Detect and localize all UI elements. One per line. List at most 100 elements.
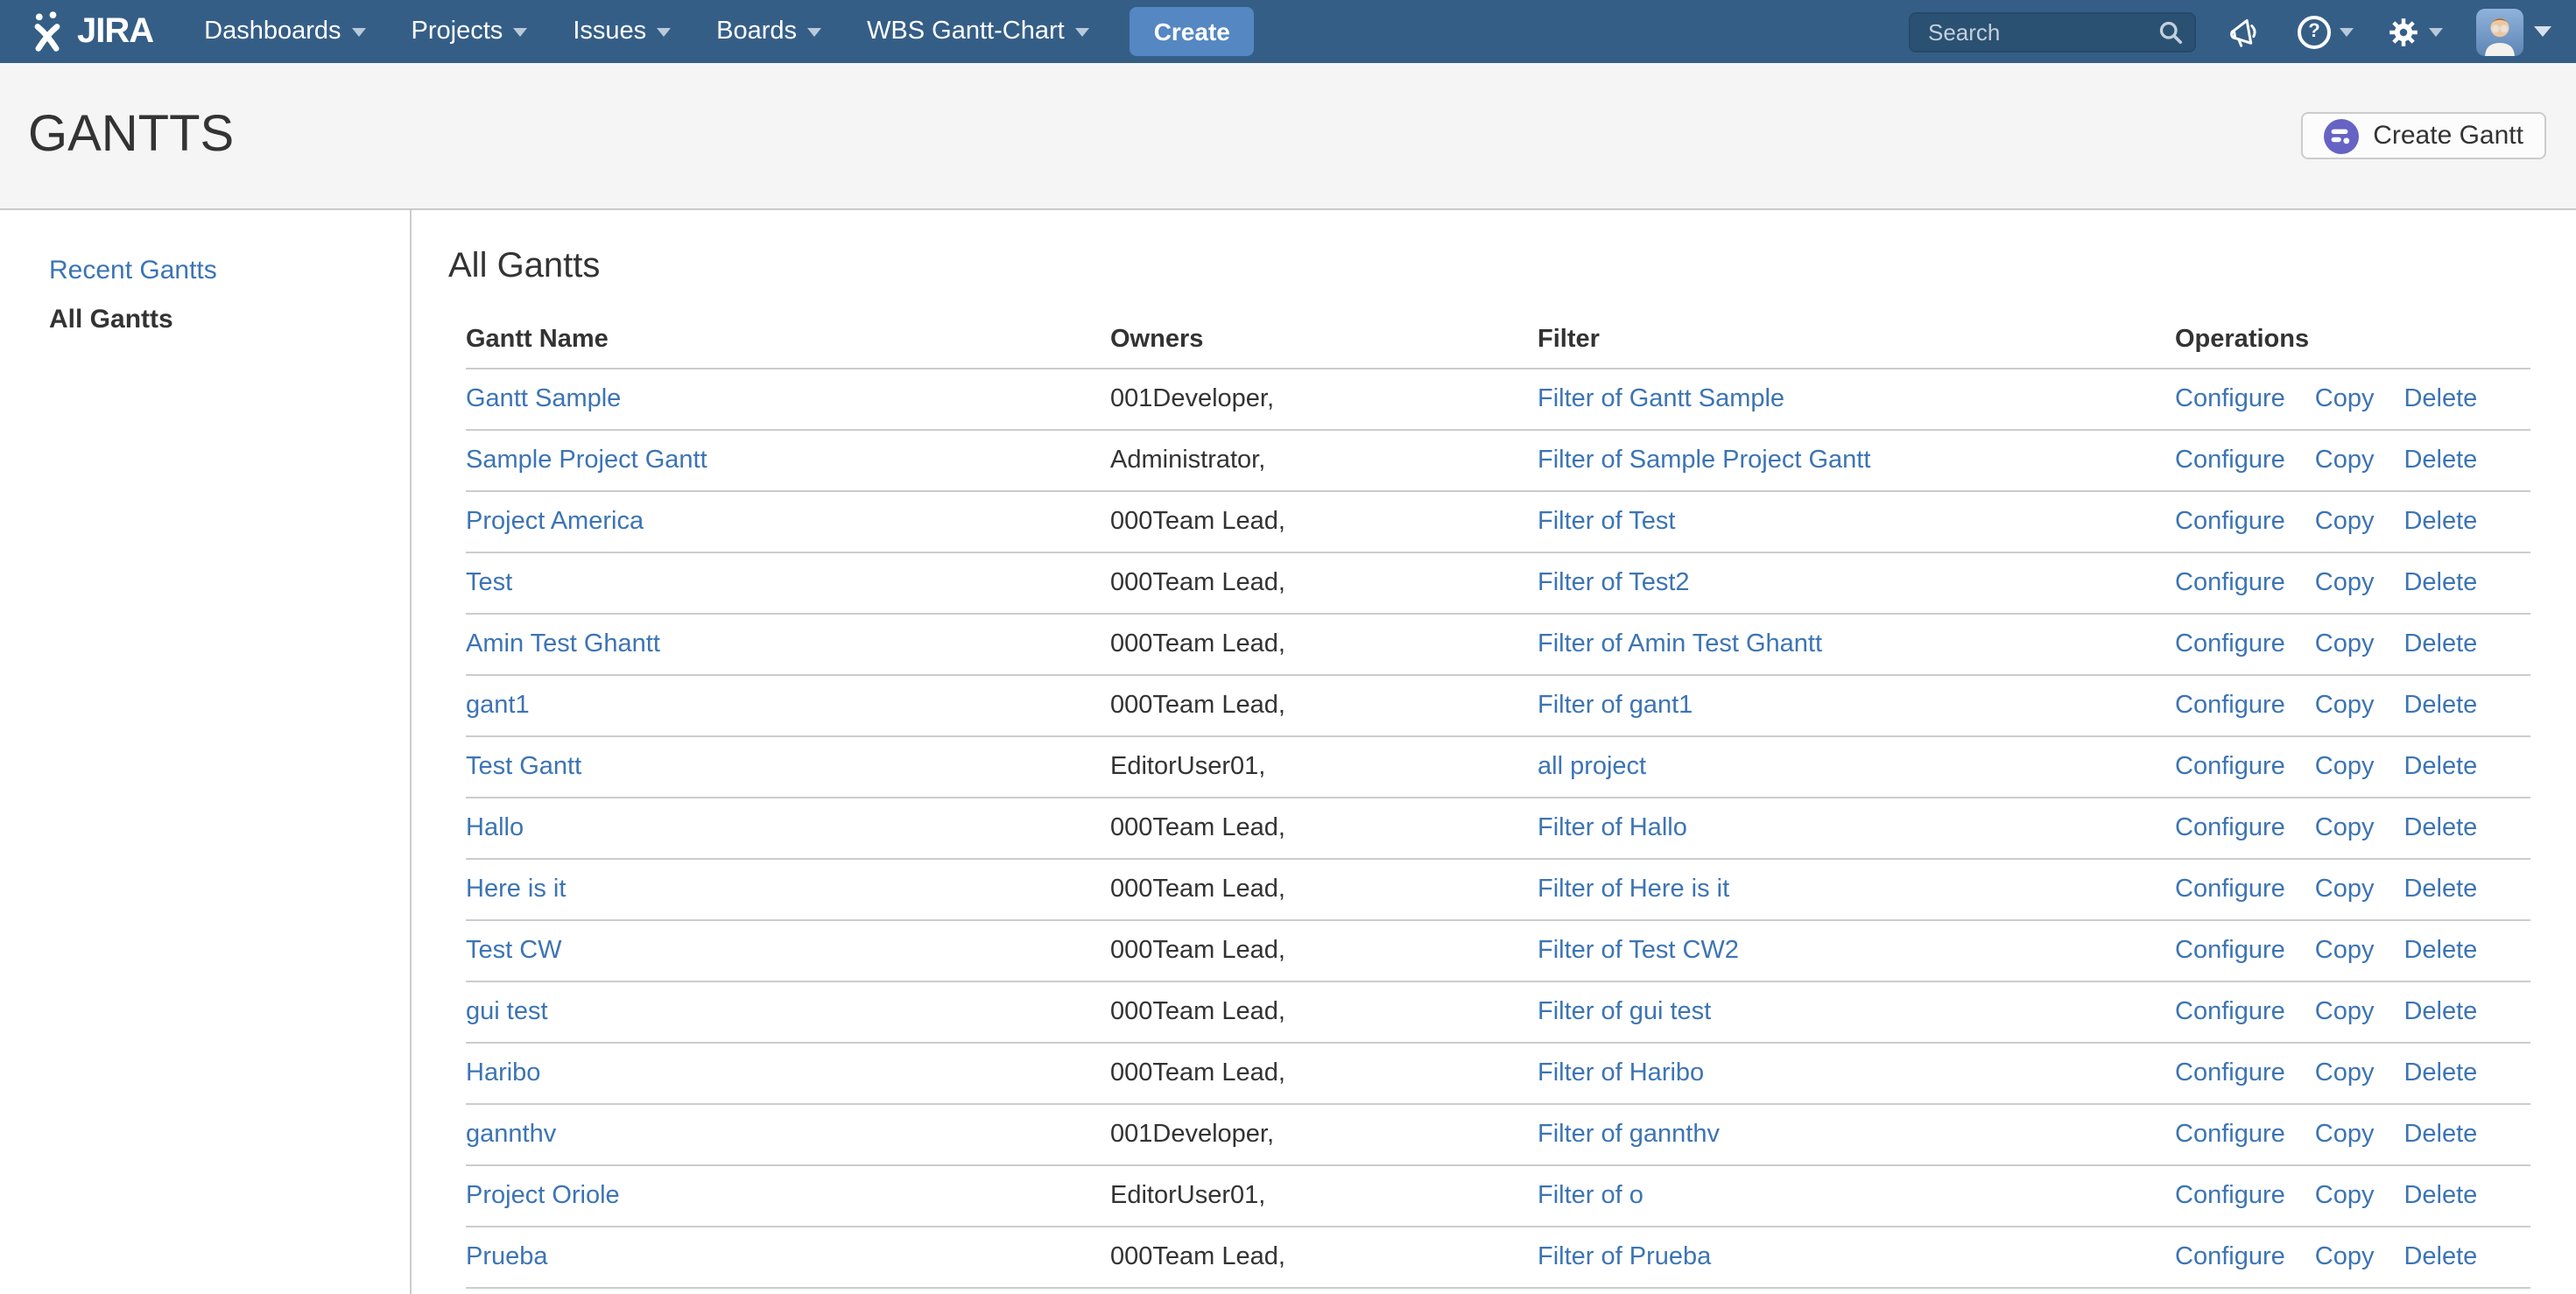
user-menu[interactable]: [2476, 8, 2551, 55]
nav-item-projects[interactable]: Projects: [389, 0, 551, 63]
owner-cell: 000Team Lead,: [1110, 1043, 1538, 1104]
delete-link[interactable]: Delete: [2404, 447, 2477, 475]
configure-link[interactable]: Configure: [2175, 447, 2285, 475]
table-row: Gantt Sample 001Developer, Filter of Gan…: [466, 369, 2530, 430]
gantt-name-link[interactable]: gant1: [466, 692, 530, 720]
jira-logo[interactable]: JIRA: [26, 9, 153, 54]
gantt-name-link[interactable]: Haribo: [466, 1059, 540, 1087]
filter-link[interactable]: Filter of Gantt Sample: [1538, 385, 1784, 413]
delete-link[interactable]: Delete: [2404, 998, 2477, 1026]
filter-link[interactable]: Filter of Sample Project Gantt: [1538, 447, 1870, 475]
delete-link[interactable]: Delete: [2404, 385, 2477, 413]
copy-link[interactable]: Copy: [2315, 1121, 2375, 1149]
delete-link[interactable]: Delete: [2404, 937, 2477, 965]
delete-link[interactable]: Delete: [2404, 508, 2477, 536]
copy-link[interactable]: Copy: [2315, 814, 2375, 842]
delete-link[interactable]: Delete: [2404, 753, 2477, 781]
copy-link[interactable]: Copy: [2315, 1243, 2375, 1271]
configure-link[interactable]: Configure: [2175, 876, 2285, 904]
help-menu[interactable]: ?: [2298, 15, 2354, 48]
nav-item-boards[interactable]: Boards: [693, 0, 844, 63]
configure-link[interactable]: Configure: [2175, 385, 2285, 413]
gantt-name-link[interactable]: Amin Test Ghantt: [466, 630, 660, 658]
delete-link[interactable]: Delete: [2404, 1059, 2477, 1087]
sidebar-item-recent-gantts[interactable]: Recent Gantts: [49, 254, 410, 289]
copy-link[interactable]: Copy: [2315, 876, 2375, 904]
configure-link[interactable]: Configure: [2175, 1182, 2285, 1210]
operations-cell: Configure Copy Delete: [2175, 981, 2530, 1043]
configure-link[interactable]: Configure: [2175, 1121, 2285, 1149]
filter-link[interactable]: Filter of Here is it: [1538, 876, 1729, 904]
gantt-name-link[interactable]: Gantt Sample: [466, 385, 621, 413]
filter-link[interactable]: Filter of Haribo: [1538, 1059, 1704, 1087]
gantt-name-link[interactable]: gui test: [466, 998, 548, 1026]
operations-cell: Configure Copy Delete: [2175, 614, 2530, 675]
copy-link[interactable]: Copy: [2315, 1182, 2375, 1210]
copy-link[interactable]: Copy: [2315, 937, 2375, 965]
gantt-name-link[interactable]: Project America: [466, 508, 644, 536]
configure-link[interactable]: Configure: [2175, 692, 2285, 720]
copy-link[interactable]: Copy: [2315, 753, 2375, 781]
filter-link[interactable]: Filter of gui test: [1538, 998, 1711, 1026]
copy-link[interactable]: Copy: [2315, 508, 2375, 536]
filter-link[interactable]: Filter of Test: [1538, 508, 1675, 536]
owner-cell: 000Team Lead,: [1110, 614, 1538, 675]
delete-link[interactable]: Delete: [2404, 630, 2477, 658]
filter-link[interactable]: Filter of Amin Test Ghantt: [1538, 630, 1822, 658]
filter-link[interactable]: Filter of gant1: [1538, 692, 1693, 720]
configure-link[interactable]: Configure: [2175, 753, 2285, 781]
gantt-name-link[interactable]: gannthv: [466, 1121, 556, 1149]
copy-link[interactable]: Copy: [2315, 385, 2375, 413]
filter-link[interactable]: Filter of Test2: [1538, 569, 1690, 597]
filter-link[interactable]: Filter of Test CW2: [1538, 937, 1739, 965]
copy-link[interactable]: Copy: [2315, 447, 2375, 475]
copy-link[interactable]: Copy: [2315, 569, 2375, 597]
gantt-name-link[interactable]: Hallo: [466, 814, 524, 842]
delete-link[interactable]: Delete: [2404, 692, 2477, 720]
gantt-name-link[interactable]: Prueba: [466, 1243, 548, 1271]
filter-link[interactable]: Filter of gannthv: [1538, 1121, 1720, 1149]
delete-link[interactable]: Delete: [2404, 876, 2477, 904]
search-input[interactable]: [1909, 11, 2196, 52]
configure-link[interactable]: Configure: [2175, 630, 2285, 658]
copy-link[interactable]: Copy: [2315, 998, 2375, 1026]
configure-link[interactable]: Configure: [2175, 998, 2285, 1026]
configure-link[interactable]: Configure: [2175, 508, 2285, 536]
feedback-megaphone-icon[interactable]: [2228, 13, 2264, 50]
delete-link[interactable]: Delete: [2404, 569, 2477, 597]
search-icon[interactable]: [2157, 18, 2184, 53]
top-navbar: JIRA Dashboards ProjectsIssuesBoardsWBS G…: [0, 0, 2576, 63]
nav-item-issues[interactable]: Issues: [550, 0, 693, 63]
copy-link[interactable]: Copy: [2315, 630, 2375, 658]
gantt-name-link[interactable]: Test: [466, 569, 512, 597]
delete-link[interactable]: Delete: [2404, 1243, 2477, 1271]
filter-link[interactable]: Filter of Hallo: [1538, 814, 1687, 842]
copy-link[interactable]: Copy: [2315, 692, 2375, 720]
gantt-name-link[interactable]: Test Gantt: [466, 753, 581, 781]
configure-link[interactable]: Configure: [2175, 569, 2285, 597]
gantt-name-link[interactable]: Sample Project Gantt: [466, 447, 707, 475]
nav-item-label: Dashboards: [204, 18, 341, 46]
admin-menu[interactable]: [2387, 15, 2443, 48]
delete-link[interactable]: Delete: [2404, 814, 2477, 842]
table-row: Prueba 000Team Lead, Filter of Prueba Co…: [466, 1227, 2530, 1288]
gantt-name-link[interactable]: Here is it: [466, 876, 566, 904]
create-gantt-button[interactable]: Create Gantt: [2301, 112, 2546, 159]
filter-link[interactable]: Filter of Prueba: [1538, 1243, 1711, 1271]
configure-link[interactable]: Configure: [2175, 937, 2285, 965]
table-row: Test 000Team Lead, Filter of Test2 Confi…: [466, 552, 2530, 614]
sidebar-item-all-gantts[interactable]: All Gantts: [49, 303, 410, 338]
configure-link[interactable]: Configure: [2175, 1059, 2285, 1087]
gantt-name-link[interactable]: Project Oriole: [466, 1182, 620, 1210]
nav-item-dashboards[interactable]: Dashboards: [181, 0, 388, 63]
create-button[interactable]: Create: [1130, 7, 1255, 56]
configure-link[interactable]: Configure: [2175, 1243, 2285, 1271]
delete-link[interactable]: Delete: [2404, 1182, 2477, 1210]
configure-link[interactable]: Configure: [2175, 814, 2285, 842]
nav-item-wbs-gantt-chart[interactable]: WBS Gantt-Chart: [844, 0, 1112, 63]
filter-link[interactable]: Filter of o: [1538, 1182, 1643, 1210]
copy-link[interactable]: Copy: [2315, 1059, 2375, 1087]
filter-link[interactable]: all project: [1538, 753, 1646, 781]
gantt-name-link[interactable]: Test CW: [466, 937, 562, 965]
delete-link[interactable]: Delete: [2404, 1121, 2477, 1149]
